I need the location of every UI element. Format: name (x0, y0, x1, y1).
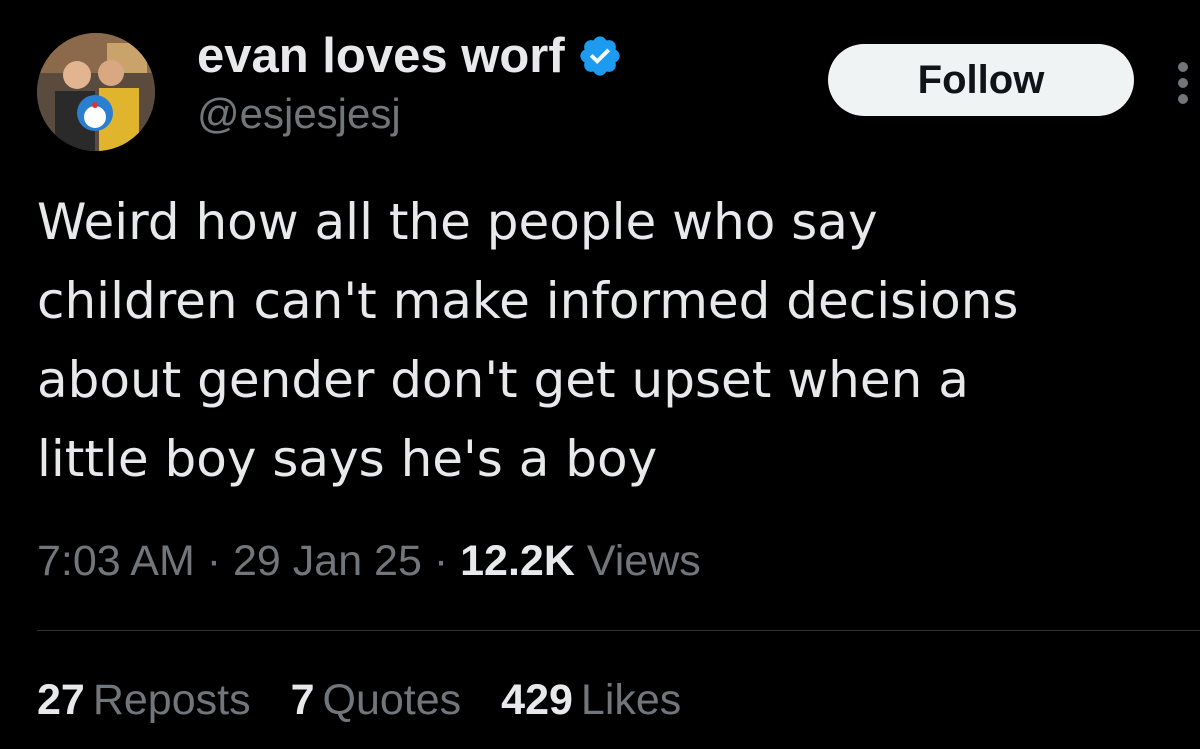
engagement-stats: 27 Reposts 7 Quotes 429 Likes (37, 672, 721, 728)
tweet-text-line: Weird how all the people who say (37, 193, 878, 251)
tweet-text-line: children can't make informed decisions (37, 272, 1019, 330)
quotes-label: Quotes (322, 676, 462, 724)
quotes-stat[interactable]: 7 Quotes (291, 672, 462, 728)
meta-separator: · (433, 537, 449, 585)
reposts-count: 27 (37, 676, 85, 724)
tweet-time[interactable]: 7:03 AM (37, 537, 195, 585)
verified-badge-icon (580, 36, 620, 76)
tweet-meta: 7:03 AM · 29 Jan 25 · 12.2K Views (37, 533, 701, 589)
quotes-count: 7 (290, 676, 315, 724)
tweet-text: Weird how all the people who say childre… (37, 183, 1177, 499)
likes-label: Likes (580, 676, 682, 724)
follow-button[interactable]: Follow (828, 44, 1134, 116)
views-count: 12.2K (460, 537, 575, 585)
meta-separator: · (206, 537, 222, 585)
likes-count: 429 (501, 676, 573, 724)
avatar-photo (37, 33, 155, 151)
tweet-date[interactable]: 29 Jan 25 (233, 537, 422, 585)
avatar[interactable] (37, 33, 155, 151)
author-handle[interactable]: @esjesjesj (197, 89, 401, 139)
likes-stat[interactable]: 429 Likes (501, 672, 681, 728)
author-display-name[interactable]: evan loves worf (197, 28, 623, 84)
divider (37, 630, 1200, 631)
reposts-stat[interactable]: 27 Reposts (37, 672, 251, 728)
more-vertical-icon[interactable] (1170, 56, 1200, 106)
reposts-label: Reposts (92, 676, 251, 724)
tweet-text-line: little boy says he's a boy (37, 430, 658, 488)
views-label: Views (586, 537, 701, 585)
author-name-text: evan loves worf (197, 29, 565, 83)
tweet-text-line: about gender don't get upset when a (37, 351, 969, 409)
